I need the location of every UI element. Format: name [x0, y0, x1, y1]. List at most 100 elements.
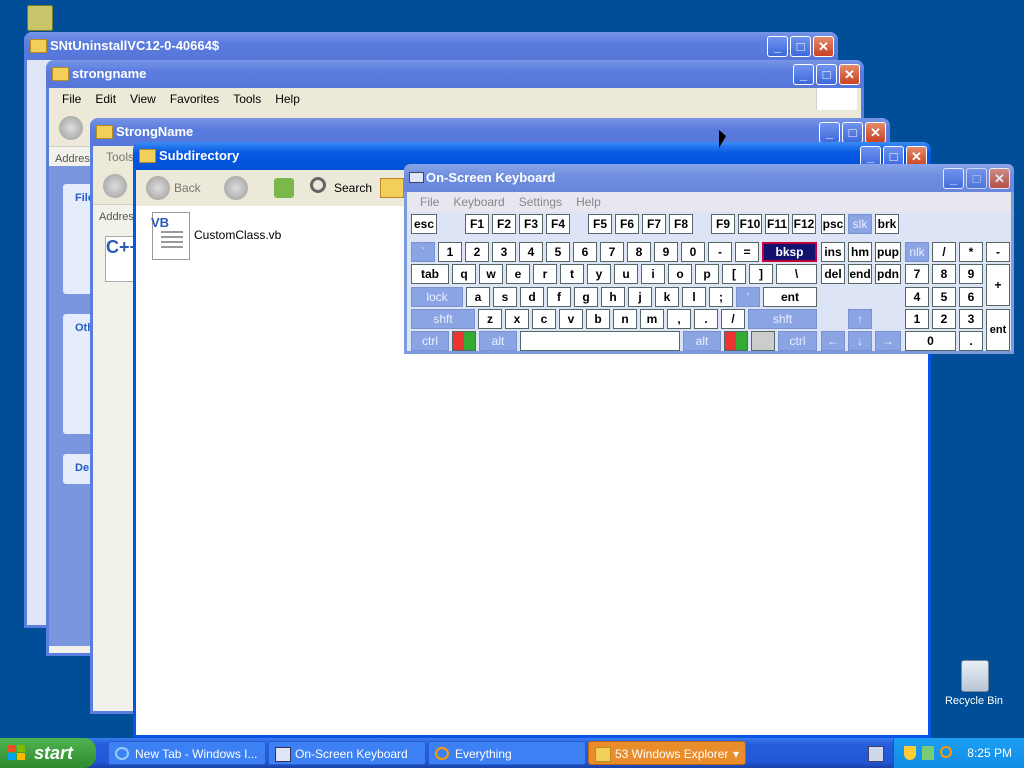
key[interactable]: x: [505, 309, 529, 329]
windows-key-icon[interactable]: [724, 331, 748, 351]
key[interactable]: 5: [932, 287, 956, 307]
key[interactable]: 1: [905, 309, 929, 329]
key[interactable]: 6: [959, 287, 983, 307]
key[interactable]: end: [848, 264, 872, 284]
key[interactable]: g: [574, 287, 598, 307]
close-button[interactable]: ✕: [839, 64, 860, 85]
arrow-right-key[interactable]: →: [875, 331, 901, 351]
key[interactable]: ins: [821, 242, 845, 262]
key[interactable]: w: [479, 264, 503, 284]
key[interactable]: psc: [821, 214, 845, 234]
menu-help[interactable]: Help: [268, 92, 307, 106]
key[interactable]: 2: [465, 242, 489, 262]
file-name[interactable]: CustomClass.vb: [194, 228, 281, 242]
key[interactable]: k: [655, 287, 679, 307]
key[interactable]: .: [959, 331, 983, 351]
key[interactable]: s: [493, 287, 517, 307]
key[interactable]: F5: [588, 214, 612, 234]
key[interactable]: d: [520, 287, 544, 307]
key[interactable]: i: [641, 264, 665, 284]
key[interactable]: z: [478, 309, 502, 329]
forward-icon[interactable]: [224, 176, 248, 200]
key[interactable]: pup: [875, 242, 901, 262]
key[interactable]: *: [959, 242, 983, 262]
key[interactable]: ctrl: [778, 331, 817, 351]
key[interactable]: 1: [438, 242, 462, 262]
menu-edit[interactable]: Edit: [88, 92, 123, 106]
key[interactable]: 7: [905, 264, 929, 284]
key[interactable]: shft: [411, 309, 475, 329]
search-button-label[interactable]: Search: [334, 181, 372, 195]
osk-menu-file[interactable]: File: [413, 195, 446, 209]
key[interactable]: 3: [492, 242, 516, 262]
windows-key-icon[interactable]: [452, 331, 476, 351]
key[interactable]: /: [932, 242, 956, 262]
taskbar-item-explorer-group[interactable]: 53 Windows Explorer ▾: [588, 741, 746, 765]
security-shield-icon[interactable]: [904, 746, 916, 760]
key[interactable]: F8: [669, 214, 693, 234]
key[interactable]: 6: [573, 242, 597, 262]
osk-titlebar[interactable]: On-Screen Keyboard _ □ ✕: [404, 164, 1014, 192]
key[interactable]: alt: [683, 331, 721, 351]
search-icon[interactable]: [940, 746, 952, 758]
key[interactable]: hm: [848, 242, 872, 262]
recycle-bin-label[interactable]: Recycle Bin: [944, 695, 1004, 707]
key[interactable]: l: [682, 287, 706, 307]
key[interactable]: tab: [411, 264, 449, 284]
key[interactable]: o: [668, 264, 692, 284]
arrow-up-key[interactable]: ↑: [848, 309, 872, 329]
key[interactable]: /: [721, 309, 745, 329]
menu-key-icon[interactable]: [751, 331, 775, 351]
key[interactable]: 4: [905, 287, 929, 307]
key[interactable]: 9: [959, 264, 983, 284]
folders-icon[interactable]: [380, 178, 404, 198]
minimize-button[interactable]: _: [767, 36, 788, 57]
start-button[interactable]: start: [0, 738, 96, 768]
key[interactable]: r: [533, 264, 557, 284]
arrow-down-key[interactable]: ↓: [848, 331, 872, 351]
key[interactable]: m: [640, 309, 664, 329]
osk-menu-help[interactable]: Help: [569, 195, 608, 209]
key[interactable]: ent: [763, 287, 817, 307]
key[interactable]: j: [628, 287, 652, 307]
key[interactable]: `: [411, 242, 435, 262]
osk-menu-settings[interactable]: Settings: [512, 195, 569, 209]
key[interactable]: nlk: [905, 242, 929, 262]
minimize-button[interactable]: _: [793, 64, 814, 85]
key[interactable]: F1: [465, 214, 489, 234]
key[interactable]: 9: [654, 242, 678, 262]
taskbar-item-osk[interactable]: On-Screen Keyboard: [268, 741, 426, 765]
back-icon[interactable]: [146, 176, 170, 200]
key[interactable]: ctrl: [411, 331, 449, 351]
maximize-button[interactable]: □: [966, 168, 987, 189]
vb-file-icon[interactable]: VB: [151, 212, 190, 260]
key[interactable]: F12: [792, 214, 816, 234]
key[interactable]: =: [735, 242, 759, 262]
back-icon[interactable]: [59, 116, 83, 140]
key[interactable]: 7: [600, 242, 624, 262]
key[interactable]: n: [613, 309, 637, 329]
back-icon[interactable]: [103, 174, 127, 198]
key[interactable]: pdn: [875, 264, 901, 284]
key[interactable]: t: [560, 264, 584, 284]
on-screen-keyboard-window[interactable]: On-Screen Keyboard _ □ ✕ File Keyboard S…: [404, 164, 1014, 354]
desktop-app-icon[interactable]: [27, 5, 53, 31]
search-icon[interactable]: [310, 177, 326, 193]
window-titlebar[interactable]: SNtUninstallVC12-0-40664$ _ □ ✕: [24, 32, 838, 60]
key[interactable]: del: [821, 264, 845, 284]
up-folder-icon[interactable]: [274, 178, 294, 198]
spacebar-key[interactable]: [520, 331, 680, 351]
menu-view[interactable]: View: [123, 92, 163, 106]
key[interactable]: 0: [681, 242, 705, 262]
key[interactable]: 3: [959, 309, 983, 329]
key[interactable]: slk: [848, 214, 872, 234]
window-titlebar[interactable]: strongname _ □ ✕: [46, 60, 864, 88]
key[interactable]: h: [601, 287, 625, 307]
key[interactable]: ': [736, 287, 760, 307]
back-button-label[interactable]: Back: [174, 181, 201, 195]
key[interactable]: ;: [709, 287, 733, 307]
maximize-button[interactable]: □: [842, 122, 863, 143]
key[interactable]: +: [986, 264, 1010, 306]
key[interactable]: [: [722, 264, 746, 284]
key[interactable]: alt: [479, 331, 517, 351]
